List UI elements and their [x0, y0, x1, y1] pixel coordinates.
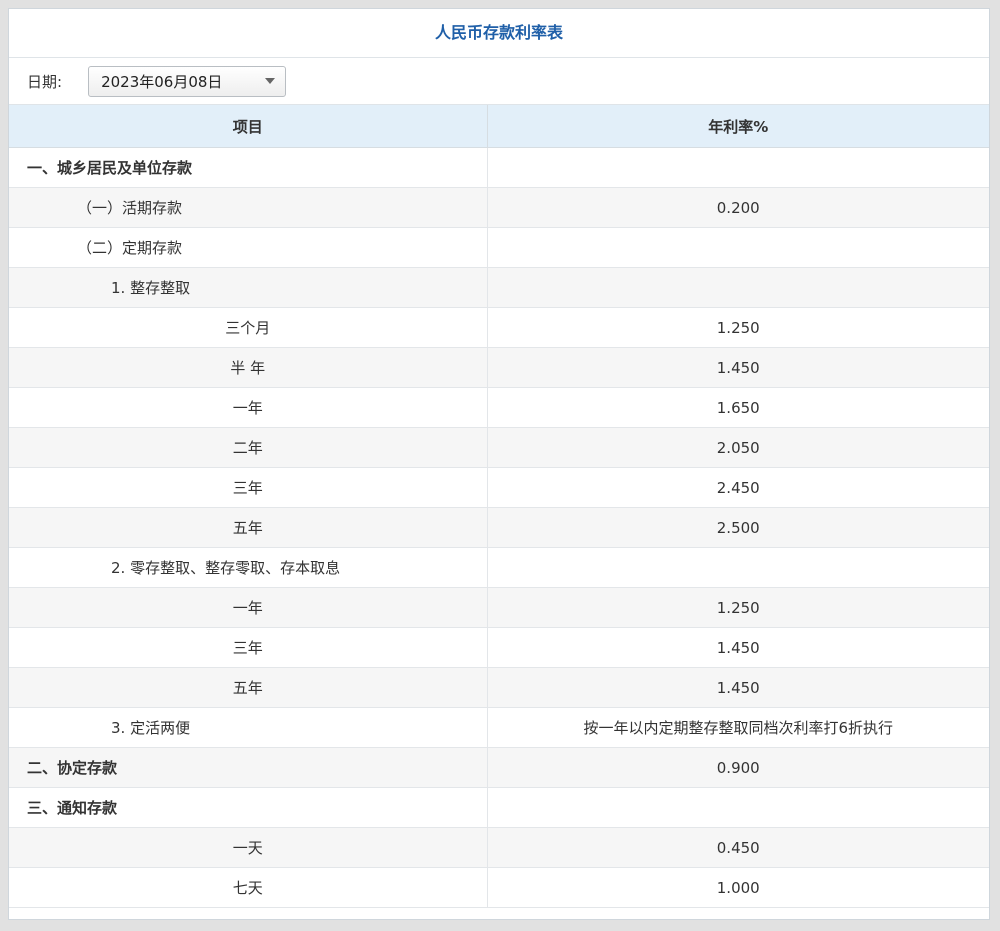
row-item: 三年 — [9, 467, 488, 508]
table-row: 三个月 1.250 — [9, 307, 989, 348]
row-item: 五年 — [9, 667, 488, 708]
row-item: 二、协定存款 — [9, 747, 488, 788]
column-header-item: 项目 — [9, 105, 488, 148]
row-item: 三年 — [9, 627, 488, 668]
row-item: 二年 — [9, 427, 488, 468]
table-row: 3. 定活两便 按一年以内定期整存整取同档次利率打6折执行 — [9, 707, 989, 748]
page-title: 人民币存款利率表 — [9, 9, 989, 58]
table-row: 五年 1.450 — [9, 667, 989, 708]
row-rate: 1.450 — [487, 347, 989, 388]
table-row: 一天 0.450 — [9, 827, 989, 868]
date-label: 日期: — [27, 72, 63, 91]
row-item: 半 年 — [9, 347, 488, 388]
table-row: 二年 2.050 — [9, 427, 989, 468]
row-item: 一、城乡居民及单位存款 — [9, 147, 488, 188]
table-row: 一年 1.650 — [9, 387, 989, 428]
table-row: 七天 1.000 — [9, 867, 989, 908]
table-row: （一）活期存款 0.200 — [9, 187, 989, 228]
table-row: 三年 1.450 — [9, 627, 989, 668]
row-rate — [487, 227, 989, 268]
table-row: 1. 整存整取 — [9, 267, 989, 308]
table-row: 一、城乡居民及单位存款 — [9, 147, 989, 188]
rates-table: 项目 年利率% 一、城乡居民及单位存款 （一）活期存款 0.200 （二）定期存… — [9, 105, 989, 908]
row-item: 一年 — [9, 387, 488, 428]
table-row: 二、协定存款 0.900 — [9, 747, 989, 788]
row-item: 五年 — [9, 507, 488, 548]
date-select-value: 2023年06月08日 — [101, 72, 223, 91]
row-rate: 0.200 — [487, 187, 989, 228]
row-rate: 2.050 — [487, 427, 989, 468]
row-rate — [487, 787, 989, 828]
chevron-down-icon[interactable] — [265, 78, 276, 84]
row-rate: 0.450 — [487, 827, 989, 868]
row-item: 3. 定活两便 — [9, 707, 488, 748]
row-rate: 2.450 — [487, 467, 989, 508]
row-rate: 1.650 — [487, 387, 989, 428]
row-rate: 1.450 — [487, 627, 989, 668]
table-row: 一年 1.250 — [9, 587, 989, 628]
table-row: 半 年 1.450 — [9, 347, 989, 388]
row-item: （二）定期存款 — [9, 227, 488, 268]
table-row: （二）定期存款 — [9, 227, 989, 268]
row-item: （一）活期存款 — [9, 187, 488, 228]
row-item: 2. 零存整取、整存零取、存本取息 — [9, 547, 488, 588]
row-rate: 1.250 — [487, 307, 989, 348]
table-row: 2. 零存整取、整存零取、存本取息 — [9, 547, 989, 588]
row-rate: 1.250 — [487, 587, 989, 628]
rate-table-panel: 人民币存款利率表 日期: 2023年06月08日 项目 年利率% 一、城乡居民及… — [8, 8, 990, 920]
table-row: 五年 2.500 — [9, 507, 989, 548]
row-rate — [487, 147, 989, 188]
row-item: 1. 整存整取 — [9, 267, 488, 308]
row-rate: 1.450 — [487, 667, 989, 708]
row-rate: 2.500 — [487, 507, 989, 548]
row-rate: 0.900 — [487, 747, 989, 788]
table-header-row: 项目 年利率% — [9, 105, 989, 148]
row-item: 三、通知存款 — [9, 787, 488, 828]
column-header-rate: 年利率% — [487, 105, 989, 148]
row-rate: 按一年以内定期整存整取同档次利率打6折执行 — [487, 707, 989, 748]
row-rate: 1.000 — [487, 867, 989, 908]
date-select[interactable]: 2023年06月08日 — [88, 65, 287, 97]
row-item: 三个月 — [9, 307, 488, 348]
table-row: 三年 2.450 — [9, 467, 989, 508]
row-rate — [487, 267, 989, 308]
row-item: 七天 — [9, 867, 488, 908]
row-rate — [487, 547, 989, 588]
row-item: 一天 — [9, 827, 488, 868]
row-item: 一年 — [9, 587, 488, 628]
date-filter-bar: 日期: 2023年06月08日 — [9, 58, 989, 105]
table-row: 三、通知存款 — [9, 787, 989, 828]
